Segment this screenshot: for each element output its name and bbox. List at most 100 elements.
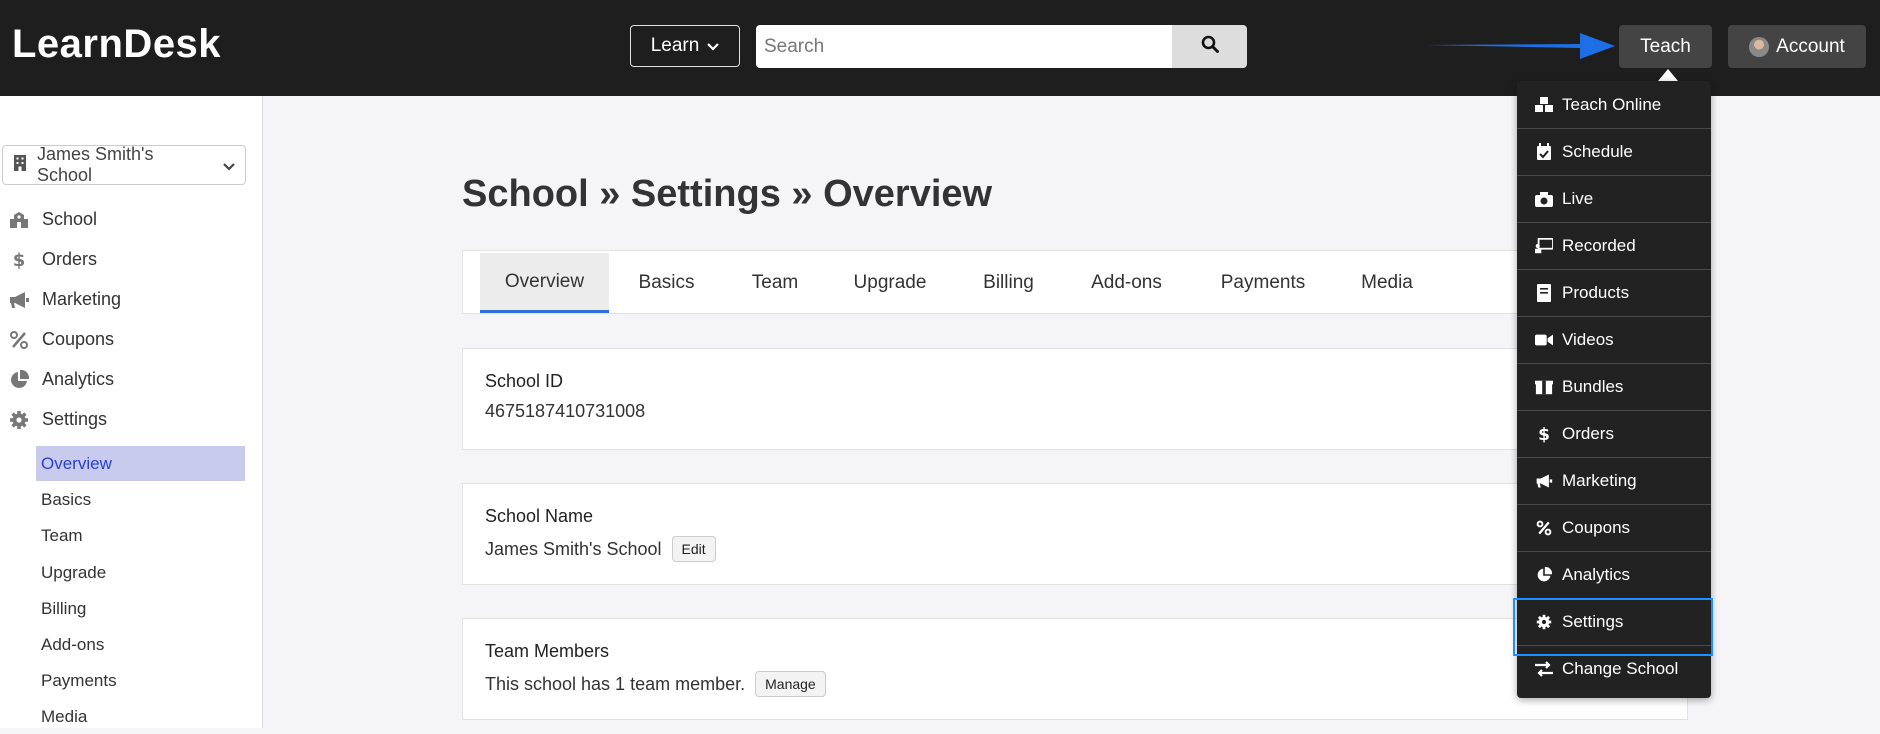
menu-item-change-school[interactable]: Change School bbox=[1517, 645, 1711, 692]
book-icon bbox=[1535, 284, 1553, 302]
menu-item-label: Settings bbox=[1562, 612, 1624, 631]
menu-item-bundles[interactable]: Bundles bbox=[1517, 363, 1711, 410]
menu-item-settings[interactable]: Settings bbox=[1517, 598, 1711, 645]
school-id-value: 4675187410731008 bbox=[485, 401, 645, 422]
sidebar-item-label: Analytics bbox=[42, 369, 115, 389]
annotation-arrow bbox=[1426, 33, 1615, 59]
sidebar: James Smith's School School $ Orders Mar… bbox=[0, 96, 263, 728]
menu-item-recorded[interactable]: Recorded bbox=[1517, 222, 1711, 269]
menu-item-label: Live bbox=[1562, 189, 1594, 208]
menu-item-label: Schedule bbox=[1562, 142, 1633, 161]
menu-item-orders[interactable]: $ Orders bbox=[1517, 410, 1711, 457]
school-id-card: School ID 4675187410731008 bbox=[462, 348, 1688, 450]
menu-item-label: Bundles bbox=[1562, 377, 1624, 396]
learn-label: Learn bbox=[650, 35, 700, 56]
school-name-text: James Smith's School bbox=[485, 538, 662, 559]
sidebar-item-settings[interactable]: Settings bbox=[8, 409, 107, 430]
team-members-card: Team Members This school has 1 team memb… bbox=[462, 618, 1688, 720]
sidebar-item-analytics[interactable]: Analytics bbox=[8, 369, 114, 390]
school-name-value: James Smith's School Edit bbox=[485, 536, 716, 562]
menu-item-schedule[interactable]: Schedule bbox=[1517, 128, 1711, 175]
app-logo[interactable]: LearnDesk bbox=[12, 22, 221, 67]
menu-item-live[interactable]: Live bbox=[1517, 175, 1711, 222]
account-button[interactable]: Account bbox=[1728, 25, 1866, 68]
menu-item-videos[interactable]: Videos bbox=[1517, 316, 1711, 363]
menu-item-label: Teach Online bbox=[1562, 94, 1662, 114]
sidebar-subitem-upgrade[interactable]: Upgrade bbox=[36, 555, 245, 590]
megaphone-icon bbox=[8, 291, 30, 309]
gear-icon bbox=[8, 410, 30, 430]
tab-billing[interactable]: Billing bbox=[954, 253, 1063, 313]
tab-overview[interactable]: Overview bbox=[480, 253, 609, 313]
cubes-icon bbox=[1535, 96, 1553, 113]
menu-item-marketing[interactable]: Marketing bbox=[1517, 457, 1711, 504]
menu-item-teach-online[interactable]: Teach Online bbox=[1517, 81, 1711, 128]
sidebar-item-label: Orders bbox=[42, 249, 98, 269]
search-input[interactable] bbox=[756, 25, 1172, 68]
school-id-text: 4675187410731008 bbox=[485, 401, 646, 421]
sidebar-subitem-basics[interactable]: Basics bbox=[36, 482, 245, 517]
video-icon bbox=[1535, 333, 1553, 347]
menu-item-label: Marketing bbox=[1562, 471, 1637, 490]
pie-chart-icon bbox=[8, 369, 30, 390]
menu-item-label: Recorded bbox=[1562, 236, 1636, 255]
chevron-down-icon bbox=[707, 35, 720, 57]
teach-dropdown-menu: Teach Online Schedule Live Recorded Prod… bbox=[1517, 81, 1711, 698]
search-button[interactable] bbox=[1172, 25, 1247, 68]
menu-item-label: Change School bbox=[1562, 659, 1679, 678]
dollar-icon: $ bbox=[8, 250, 30, 270]
gear-icon bbox=[1535, 614, 1553, 630]
settings-tabs: Overview Basics Team Upgrade Billing Add… bbox=[462, 250, 1688, 314]
page-title: School » Settings » Overview bbox=[462, 173, 993, 215]
school-icon bbox=[8, 211, 30, 229]
tab-upgrade[interactable]: Upgrade bbox=[826, 253, 954, 313]
menu-item-label: Videos bbox=[1562, 330, 1614, 349]
menu-item-label: Analytics bbox=[1562, 565, 1631, 584]
tab-basics[interactable]: Basics bbox=[609, 253, 724, 313]
tab-add-ons[interactable]: Add-ons bbox=[1063, 253, 1190, 313]
sidebar-item-school[interactable]: School bbox=[8, 209, 97, 230]
school-selector[interactable]: James Smith's School bbox=[2, 144, 246, 185]
percent-icon bbox=[1535, 520, 1553, 536]
tab-payments[interactable]: Payments bbox=[1190, 253, 1336, 313]
school-name-card: School Name James Smith's School Edit bbox=[462, 483, 1688, 585]
boxes-icon bbox=[1535, 379, 1553, 395]
teach-button[interactable]: Teach bbox=[1619, 25, 1712, 68]
tab-media[interactable]: Media bbox=[1336, 253, 1438, 313]
search-icon bbox=[1201, 35, 1219, 58]
sidebar-item-marketing[interactable]: Marketing bbox=[8, 289, 121, 310]
manage-button[interactable]: Manage bbox=[755, 671, 826, 697]
sidebar-item-coupons[interactable]: Coupons bbox=[8, 329, 114, 350]
tab-team[interactable]: Team bbox=[724, 253, 826, 313]
menu-item-products[interactable]: Products bbox=[1517, 269, 1711, 316]
sidebar-subitem-team[interactable]: Team bbox=[36, 518, 245, 553]
sidebar-subitem-media[interactable]: Media bbox=[36, 699, 245, 734]
sidebar-subitem-payments[interactable]: Payments bbox=[36, 663, 245, 698]
sidebar-item-label: School bbox=[42, 209, 98, 229]
school-id-label: School ID bbox=[485, 371, 564, 391]
sidebar-subitem-overview[interactable]: Overview bbox=[36, 446, 245, 481]
percent-icon bbox=[8, 330, 30, 350]
school-name: James Smith's School bbox=[37, 144, 154, 185]
sidebar-subitem-billing[interactable]: Billing bbox=[36, 591, 245, 626]
chevron-down-icon bbox=[223, 155, 235, 176]
svg-text:$: $ bbox=[13, 250, 26, 270]
account-label: Account bbox=[1776, 35, 1845, 57]
sidebar-item-orders[interactable]: $ Orders bbox=[8, 249, 97, 270]
menu-item-analytics[interactable]: Analytics bbox=[1517, 551, 1711, 598]
team-members-value: This school has 1 team member. Manage bbox=[485, 671, 826, 697]
school-name-label: School Name bbox=[485, 506, 594, 526]
menu-item-coupons[interactable]: Coupons bbox=[1517, 504, 1711, 551]
exchange-icon bbox=[1535, 661, 1553, 677]
sidebar-subitem-add-ons[interactable]: Add-ons bbox=[36, 627, 245, 662]
camera-icon bbox=[1535, 191, 1553, 207]
edit-button[interactable]: Edit bbox=[671, 536, 716, 562]
menu-item-label: Products bbox=[1562, 283, 1630, 302]
svg-text:$: $ bbox=[1538, 425, 1550, 443]
avatar bbox=[1749, 36, 1770, 57]
megaphone-icon bbox=[1535, 473, 1553, 489]
calendar-check-icon bbox=[1535, 143, 1553, 161]
pie-chart-icon bbox=[1535, 567, 1553, 583]
learn-dropdown-button[interactable]: Learn bbox=[630, 25, 740, 67]
dropdown-caret bbox=[1658, 69, 1678, 81]
